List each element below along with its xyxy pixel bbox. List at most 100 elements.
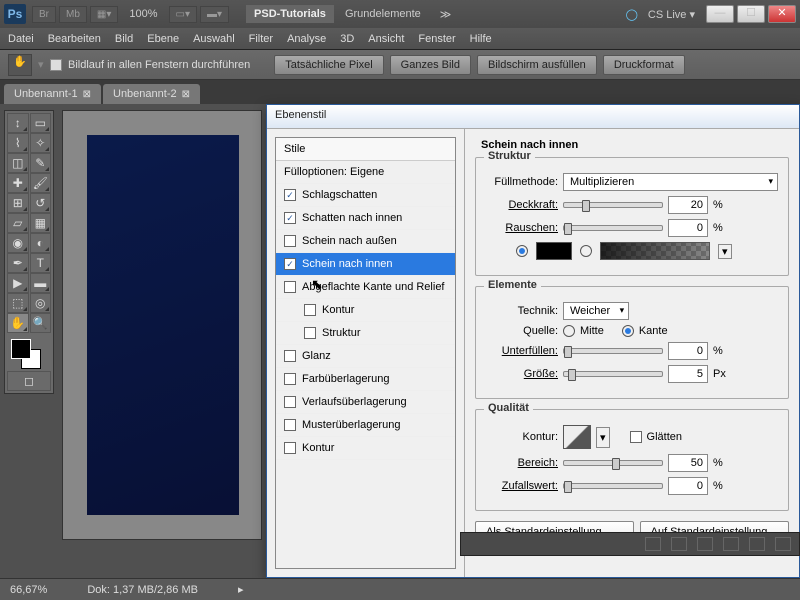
zufall-slider[interactable] bbox=[563, 483, 663, 489]
close-icon[interactable]: ⊠ bbox=[83, 89, 91, 100]
menu-ansicht[interactable]: Ansicht bbox=[368, 33, 404, 45]
gradient-dropdown-icon[interactable]: ▾ bbox=[718, 244, 732, 259]
menu-datei[interactable]: Datei bbox=[8, 33, 34, 45]
menu-3d[interactable]: 3D bbox=[340, 33, 354, 45]
style-checkbox[interactable] bbox=[304, 327, 316, 339]
history-brush-tool[interactable]: ↺ bbox=[30, 193, 52, 213]
color-radio[interactable] bbox=[516, 245, 528, 257]
menu-bild[interactable]: Bild bbox=[115, 33, 133, 45]
contour-dropdown-icon[interactable]: ▾ bbox=[596, 427, 610, 448]
foreground-swatch[interactable] bbox=[11, 339, 31, 359]
technik-select[interactable]: Weicher bbox=[563, 302, 629, 320]
type-tool[interactable]: T bbox=[30, 253, 52, 273]
fill-screen-button[interactable]: Bildschirm ausfüllen bbox=[477, 55, 597, 75]
bridge-button[interactable]: Br bbox=[32, 6, 56, 23]
screen-mode-button[interactable]: ▬▾ bbox=[200, 6, 229, 23]
status-icon[interactable] bbox=[697, 537, 713, 551]
move-tool[interactable]: ↕ bbox=[7, 113, 29, 133]
maximize-button[interactable]: ☐ bbox=[737, 5, 765, 23]
style-checkbox[interactable] bbox=[284, 235, 296, 247]
style-item[interactable]: Schein nach innen bbox=[276, 253, 455, 276]
styles-header[interactable]: Stile bbox=[276, 138, 455, 161]
style-item[interactable]: Struktur bbox=[276, 322, 455, 345]
gradient-tool[interactable]: ▦ bbox=[30, 213, 52, 233]
scroll-all-checkbox[interactable] bbox=[50, 59, 62, 71]
workspace-more-icon[interactable]: ≫ bbox=[432, 5, 460, 24]
color-swatches[interactable] bbox=[7, 337, 51, 371]
gradient-radio[interactable] bbox=[580, 245, 592, 257]
menu-ebene[interactable]: Ebene bbox=[147, 33, 179, 45]
style-item[interactable]: Schlagschatten bbox=[276, 184, 455, 207]
shape-tool[interactable]: ▬ bbox=[30, 273, 52, 293]
current-tool-icon[interactable]: ✋ bbox=[8, 54, 32, 76]
doc-size-status[interactable]: Dok: 1,37 MB/2,86 MB bbox=[87, 584, 198, 596]
style-item[interactable]: Kontur bbox=[276, 437, 455, 460]
grosse-slider[interactable] bbox=[563, 371, 663, 377]
close-icon[interactable]: ⊠ bbox=[182, 89, 190, 100]
minibridge-button[interactable]: Mb bbox=[59, 6, 87, 23]
style-checkbox[interactable] bbox=[284, 396, 296, 408]
3d-tool[interactable]: ⬚ bbox=[7, 293, 29, 313]
bereich-input[interactable]: 50 bbox=[668, 454, 708, 472]
lasso-tool[interactable]: ⌇ bbox=[7, 133, 29, 153]
menu-filter[interactable]: Filter bbox=[249, 33, 273, 45]
stamp-tool[interactable]: ⊞ bbox=[7, 193, 29, 213]
status-icon[interactable] bbox=[645, 537, 661, 551]
pen-tool[interactable]: ✒ bbox=[7, 253, 29, 273]
blend-mode-select[interactable]: Multiplizieren bbox=[563, 173, 778, 191]
style-item[interactable]: Verlaufsüberlagerung bbox=[276, 391, 455, 414]
opacity-input[interactable]: 20 bbox=[668, 196, 708, 214]
style-checkbox[interactable] bbox=[304, 304, 316, 316]
style-item[interactable]: Glanz bbox=[276, 345, 455, 368]
style-checkbox[interactable] bbox=[284, 350, 296, 362]
gradient-swatch[interactable] bbox=[600, 242, 710, 260]
bereich-slider[interactable] bbox=[563, 460, 663, 466]
wand-tool[interactable]: ✧ bbox=[30, 133, 52, 153]
arrange-button[interactable]: ▭▾ bbox=[169, 6, 197, 23]
style-item[interactable]: Schatten nach innen bbox=[276, 207, 455, 230]
zufall-input[interactable]: 0 bbox=[668, 477, 708, 495]
view-extras-button[interactable]: ▦▾ bbox=[90, 6, 118, 23]
style-item[interactable]: Schein nach außen bbox=[276, 230, 455, 253]
style-item[interactable]: Abgeflachte Kante und Relief bbox=[276, 276, 455, 299]
zoom-tool[interactable]: 🔍 bbox=[30, 313, 52, 333]
status-icon[interactable] bbox=[775, 537, 791, 551]
status-icon[interactable] bbox=[749, 537, 765, 551]
style-item[interactable]: Kontur bbox=[276, 299, 455, 322]
menu-analyse[interactable]: Analyse bbox=[287, 33, 326, 45]
cslive-button[interactable]: CS Live ▾ bbox=[640, 5, 703, 24]
grosse-input[interactable]: 5 bbox=[668, 365, 708, 383]
doc-tab-1[interactable]: Unbenannt-1⊠ bbox=[4, 84, 101, 104]
dodge-tool[interactable]: ◐ bbox=[30, 233, 52, 253]
noise-slider[interactable] bbox=[563, 225, 663, 231]
noise-input[interactable]: 0 bbox=[668, 219, 708, 237]
opacity-slider[interactable] bbox=[563, 202, 663, 208]
document-canvas[interactable] bbox=[62, 110, 262, 540]
blur-tool[interactable]: ◉ bbox=[7, 233, 29, 253]
glatten-checkbox[interactable] bbox=[630, 431, 642, 443]
status-icon[interactable] bbox=[671, 537, 687, 551]
menu-bearbeiten[interactable]: Bearbeiten bbox=[48, 33, 101, 45]
fill-options-item[interactable]: Fülloptionen: Eigene bbox=[276, 161, 455, 184]
unterfullen-input[interactable]: 0 bbox=[668, 342, 708, 360]
style-checkbox[interactable] bbox=[284, 212, 296, 224]
heal-tool[interactable]: ✚ bbox=[7, 173, 29, 193]
style-checkbox[interactable] bbox=[284, 419, 296, 431]
print-size-button[interactable]: Druckformat bbox=[603, 55, 685, 75]
menu-auswahl[interactable]: Auswahl bbox=[193, 33, 235, 45]
eraser-tool[interactable]: ▱ bbox=[7, 213, 29, 233]
style-item[interactable]: Musterüberlagerung bbox=[276, 414, 455, 437]
style-item[interactable]: Farbüberlagerung bbox=[276, 368, 455, 391]
eyedropper-tool[interactable]: ✎ bbox=[30, 153, 52, 173]
path-select-tool[interactable]: ▶ bbox=[7, 273, 29, 293]
kante-radio[interactable] bbox=[622, 325, 634, 337]
crop-tool[interactable]: ◫ bbox=[7, 153, 29, 173]
menu-hilfe[interactable]: Hilfe bbox=[470, 33, 492, 45]
actual-pixels-button[interactable]: Tatsächliche Pixel bbox=[274, 55, 383, 75]
minimize-button[interactable]: — bbox=[706, 5, 734, 23]
status-icon[interactable] bbox=[723, 537, 739, 551]
quickmask-toggle[interactable]: ◻ bbox=[7, 371, 51, 391]
doc-tab-2[interactable]: Unbenannt-2⊠ bbox=[103, 84, 200, 104]
style-checkbox[interactable] bbox=[284, 442, 296, 454]
fit-screen-button[interactable]: Ganzes Bild bbox=[390, 55, 471, 75]
